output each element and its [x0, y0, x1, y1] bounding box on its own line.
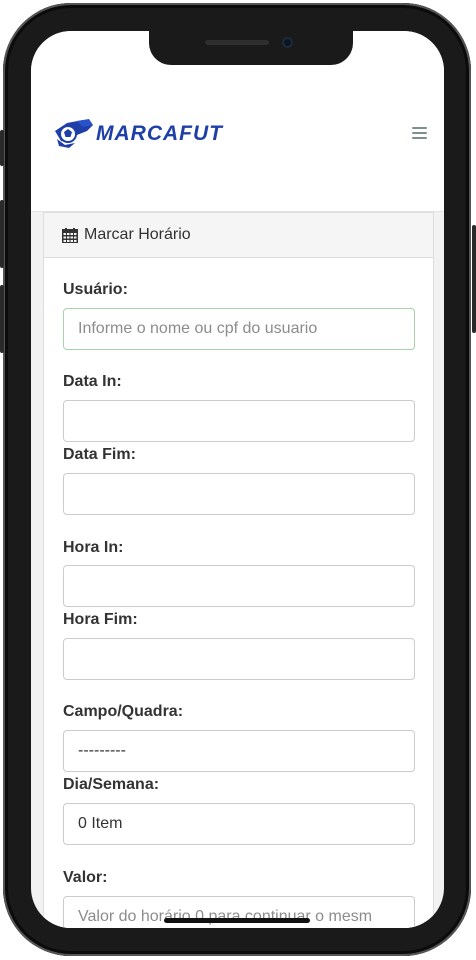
valor-label: Valor:: [63, 869, 108, 886]
dia-semana-selected: 0 Item: [78, 815, 123, 832]
front-camera: [282, 37, 293, 48]
volume-down-button: [0, 285, 4, 353]
phone-screen: MARCAFUT Marcar Horário Usuário: Data In…: [31, 31, 444, 928]
hora-fim-label: Hora Fim:: [63, 611, 138, 628]
soccer-ball-logo-icon: [55, 119, 93, 148]
dia-semana-label: Dia/Semana:: [63, 776, 160, 793]
silent-switch: [0, 130, 4, 166]
volume-up-button: [0, 200, 4, 268]
campo-quadra-select[interactable]: ---------: [63, 730, 415, 772]
panel-title: Marcar Horário: [84, 226, 191, 243]
data-in-input[interactable]: [63, 400, 415, 442]
hora-fim-input[interactable]: [63, 638, 415, 680]
panel-heading: Marcar Horário: [44, 213, 433, 258]
campo-quadra-selected: ---------: [78, 742, 126, 759]
campo-quadra-label: Campo/Quadra:: [63, 703, 184, 720]
power-button: [472, 225, 476, 333]
usuario-input[interactable]: [63, 308, 415, 350]
dia-semana-select[interactable]: 0 Item: [63, 803, 415, 845]
calendar-icon: [62, 227, 78, 243]
hora-in-label: Hora In:: [63, 539, 124, 556]
home-indicator[interactable]: [164, 918, 310, 923]
schedule-panel: Marcar Horário Usuário: Data In: Data Fi…: [43, 212, 434, 928]
brand-name: MARCAFUT: [96, 122, 223, 145]
hora-in-input[interactable]: [63, 565, 415, 607]
usuario-label: Usuário:: [63, 281, 128, 298]
data-in-label: Data In:: [63, 373, 122, 390]
valor-input[interactable]: [63, 896, 415, 928]
speaker-grille: [205, 40, 269, 45]
data-fim-input[interactable]: [63, 473, 415, 515]
hamburger-menu-icon[interactable]: [412, 127, 427, 142]
brand[interactable]: MARCAFUT: [53, 117, 223, 151]
phone-notch: [149, 31, 353, 65]
data-fim-label: Data Fim:: [63, 446, 136, 463]
